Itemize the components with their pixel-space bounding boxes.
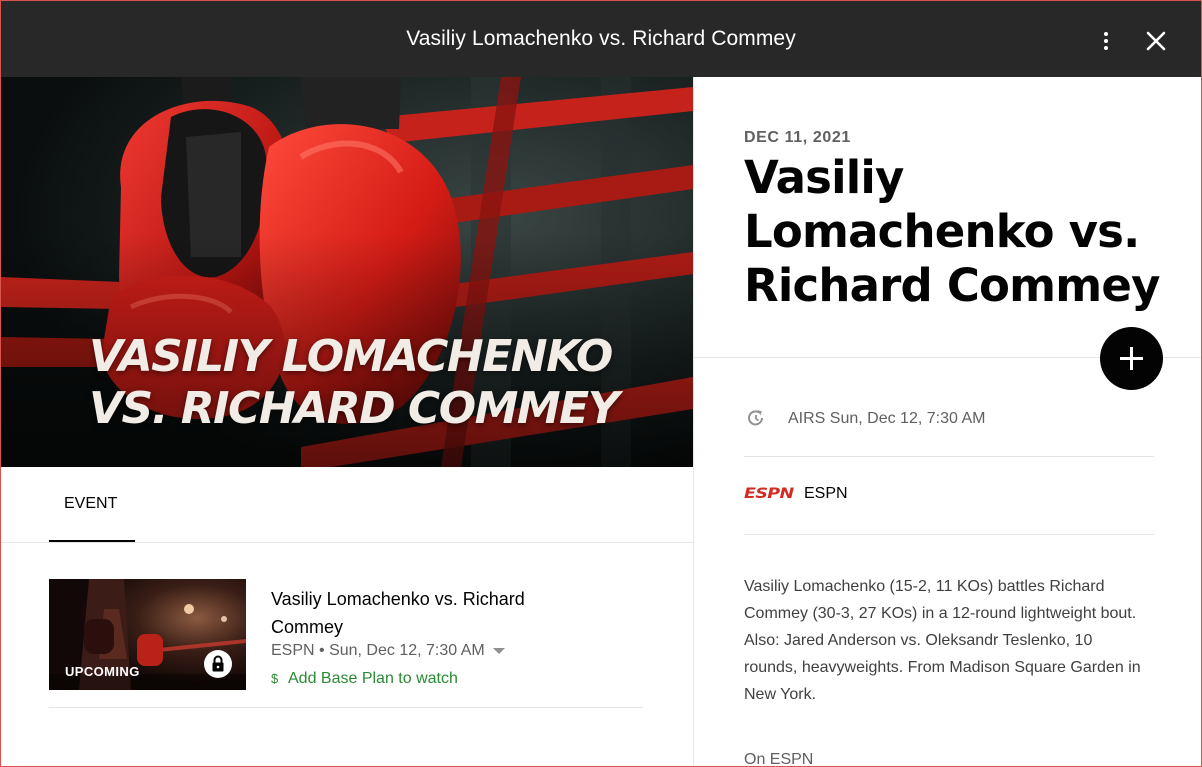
event-description: Vasiliy Lomachenko (15-2, 11 KOs) battle… (744, 578, 1141, 703)
schedule-refresh-icon (748, 410, 763, 426)
program-thumbnail[interactable]: UPCOMING (49, 579, 246, 690)
divider (744, 534, 1154, 535)
divider (744, 456, 1154, 457)
network-name: ESPN (804, 485, 848, 502)
airs-row: AIRS Sun, Dec 12, 7:30 AM (744, 404, 1164, 434)
dialog-header: Vasiliy Lomachenko vs. Richard Commey (1, 1, 1201, 77)
hero-artwork: VASILIY LOMACHENKO VS. RICHARD COMMEY (1, 77, 693, 467)
program-list-item[interactable]: UPCOMING Vasiliy Lomachenko vs. Richard … (49, 579, 643, 708)
tab-event-label: EVENT (64, 495, 118, 512)
caret-down-icon[interactable] (492, 647, 505, 654)
tab-event[interactable]: EVENT (49, 467, 135, 542)
hero-title-line-2: VS. RICHARD COMMEY (89, 383, 620, 434)
on-network-heading: On ESPN (744, 751, 814, 767)
hero-title-overlay: VASILIY LOMACHENKO VS. RICHARD COMMEY (89, 331, 620, 435)
upcoming-badge: UPCOMING (65, 664, 140, 679)
program-meta-text: ESPN • Sun, Dec 12, 7:30 AM (271, 642, 485, 659)
event-date: DEC 11, 2021 (744, 129, 851, 146)
airs-time: AIRS Sun, Dec 12, 7:30 AM (788, 410, 986, 427)
espn-logo: ESPN (744, 486, 794, 502)
tab-bar: EVENT (1, 467, 693, 543)
event-dialog: Vasiliy Lomachenko vs. Richard Commey VA… (0, 0, 1202, 767)
dollar-icon: $ (271, 671, 279, 686)
add-base-plan-link[interactable]: $ Add Base Plan to watch (271, 670, 458, 688)
program-meta: ESPN • Sun, Dec 12, 7:30 AM (271, 642, 505, 660)
dialog-title: Vasiliy Lomachenko vs. Richard Commey (406, 27, 796, 50)
lock-icon (204, 650, 232, 678)
more-options-icon[interactable] (1095, 28, 1117, 54)
close-icon[interactable] (1141, 26, 1171, 56)
add-to-library-button[interactable] (1100, 327, 1163, 390)
add-base-plan-label: Add Base Plan to watch (288, 670, 458, 687)
event-title: Vasiliy Lomachenko vs. Richard Commey (744, 151, 1160, 312)
program-title[interactable]: Vasiliy Lomachenko vs. Richard Commey (271, 585, 601, 641)
panel-divider (693, 77, 694, 766)
hero-title-line-1: VASILIY LOMACHENKO (89, 331, 613, 382)
network-row[interactable]: ESPN ESPN (744, 483, 1164, 505)
